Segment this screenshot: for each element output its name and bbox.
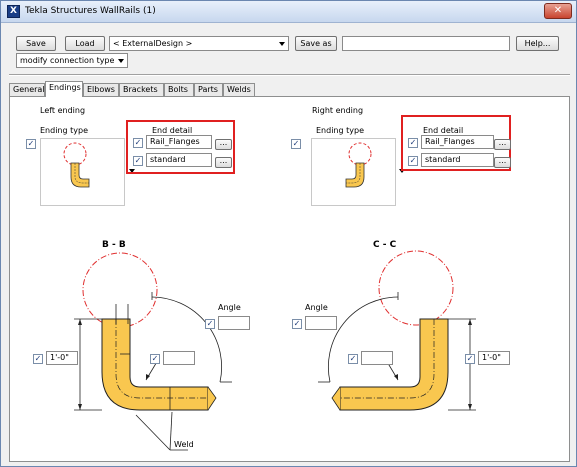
tab-bolts[interactable]: Bolts: [164, 83, 194, 96]
right-ending-label: Right ending: [312, 106, 364, 115]
left-detail1-field[interactable]: Rail_Flanges: [146, 135, 212, 149]
right-angle-checkbox[interactable]: ✓: [292, 319, 302, 329]
right-profile-drawing: [318, 250, 476, 411]
right-inner-input[interactable]: [361, 351, 393, 365]
help-button[interactable]: Help...: [516, 36, 559, 51]
save-button[interactable]: Save: [16, 36, 56, 51]
window-title: Tekla Structures WallRails (1): [25, 6, 156, 16]
left-ending-type-label: Ending type: [40, 126, 88, 135]
right-angle-label: Angle: [305, 303, 328, 312]
mode-select[interactable]: modify connection type: [16, 53, 128, 68]
left-profile-drawing: Weld: [74, 252, 232, 451]
chevron-down-icon: [279, 42, 285, 46]
left-detail2-checkbox[interactable]: ✓: [133, 156, 143, 166]
left-ending-label: Left ending: [40, 106, 86, 115]
chevron-down-icon: [118, 59, 124, 63]
right-angle-input[interactable]: [305, 316, 337, 330]
right-end-detail-label: End detail: [423, 126, 464, 135]
title-bar: X Tekla Structures WallRails (1) ✕: [1, 1, 576, 23]
left-detail1-checkbox[interactable]: ✓: [133, 138, 143, 148]
left-detail1-browse-button[interactable]: ...: [215, 139, 232, 150]
tab-parts[interactable]: Parts: [194, 83, 223, 96]
right-detail1-browse-button[interactable]: ...: [494, 139, 511, 150]
left-inner-input[interactable]: [163, 351, 195, 365]
left-section-title: B - B: [102, 240, 126, 250]
preset-select[interactable]: < ExternalDesign >: [109, 36, 289, 51]
left-angle-label: Angle: [218, 303, 241, 312]
left-height-checkbox[interactable]: ✓: [33, 354, 43, 364]
separator: [9, 74, 570, 76]
right-detail2-checkbox[interactable]: ✓: [408, 156, 418, 166]
dialog-window: X Tekla Structures WallRails (1) ✕ Save …: [0, 0, 577, 467]
tekla-app-icon: X: [7, 5, 20, 18]
left-inner-checkbox[interactable]: ✓: [150, 354, 160, 364]
left-detail2-browse-button[interactable]: ...: [215, 157, 232, 168]
right-section-title: C - C: [373, 240, 397, 250]
right-inner-checkbox[interactable]: ✓: [348, 354, 358, 364]
right-height-input[interactable]: 1'-0": [478, 351, 510, 365]
tab-brackets[interactable]: Brackets: [119, 83, 164, 96]
close-button[interactable]: ✕: [544, 3, 572, 19]
tab-welds[interactable]: Welds: [223, 83, 255, 96]
left-end-detail-label: End detail: [152, 126, 193, 135]
left-ending-type-image: [63, 142, 90, 188]
load-button[interactable]: Load: [65, 36, 105, 51]
left-ending-type-checkbox[interactable]: ✓: [26, 139, 36, 149]
right-ending-type-image: [345, 142, 372, 188]
preset-select-value: < ExternalDesign >: [113, 39, 193, 48]
right-ending-type-preview[interactable]: [311, 138, 396, 206]
save-as-button[interactable]: Save as: [295, 36, 337, 51]
weld-label: Weld: [174, 440, 194, 449]
mode-select-value: modify connection type: [20, 56, 115, 65]
right-detail2-browse-button[interactable]: ...: [494, 157, 511, 168]
left-angle-checkbox[interactable]: ✓: [205, 319, 215, 329]
left-detail2-field[interactable]: standard: [146, 153, 212, 167]
left-ending-type-preview[interactable]: [40, 138, 125, 206]
right-detail1-checkbox[interactable]: ✓: [408, 138, 418, 148]
right-detail1-field[interactable]: Rail_Flanges: [421, 135, 494, 149]
ending-diagram: B - B C - C Weld: [74, 240, 476, 451]
right-ending-type-label: Ending type: [316, 126, 364, 135]
tab-general[interactable]: General: [9, 83, 45, 96]
tab-endings[interactable]: Endings: [45, 81, 83, 97]
right-height-checkbox[interactable]: ✓: [465, 354, 475, 364]
left-angle-input[interactable]: [218, 316, 250, 330]
endings-panel: Left ending Ending type ✓ End detail ✓ R…: [9, 96, 570, 462]
tab-elbows[interactable]: Elbows: [83, 83, 119, 96]
right-ending-type-checkbox[interactable]: ✓: [291, 139, 301, 149]
right-detail2-field[interactable]: standard: [421, 153, 494, 167]
save-as-name-input[interactable]: [342, 36, 510, 51]
left-height-input[interactable]: 1'-0": [46, 351, 78, 365]
